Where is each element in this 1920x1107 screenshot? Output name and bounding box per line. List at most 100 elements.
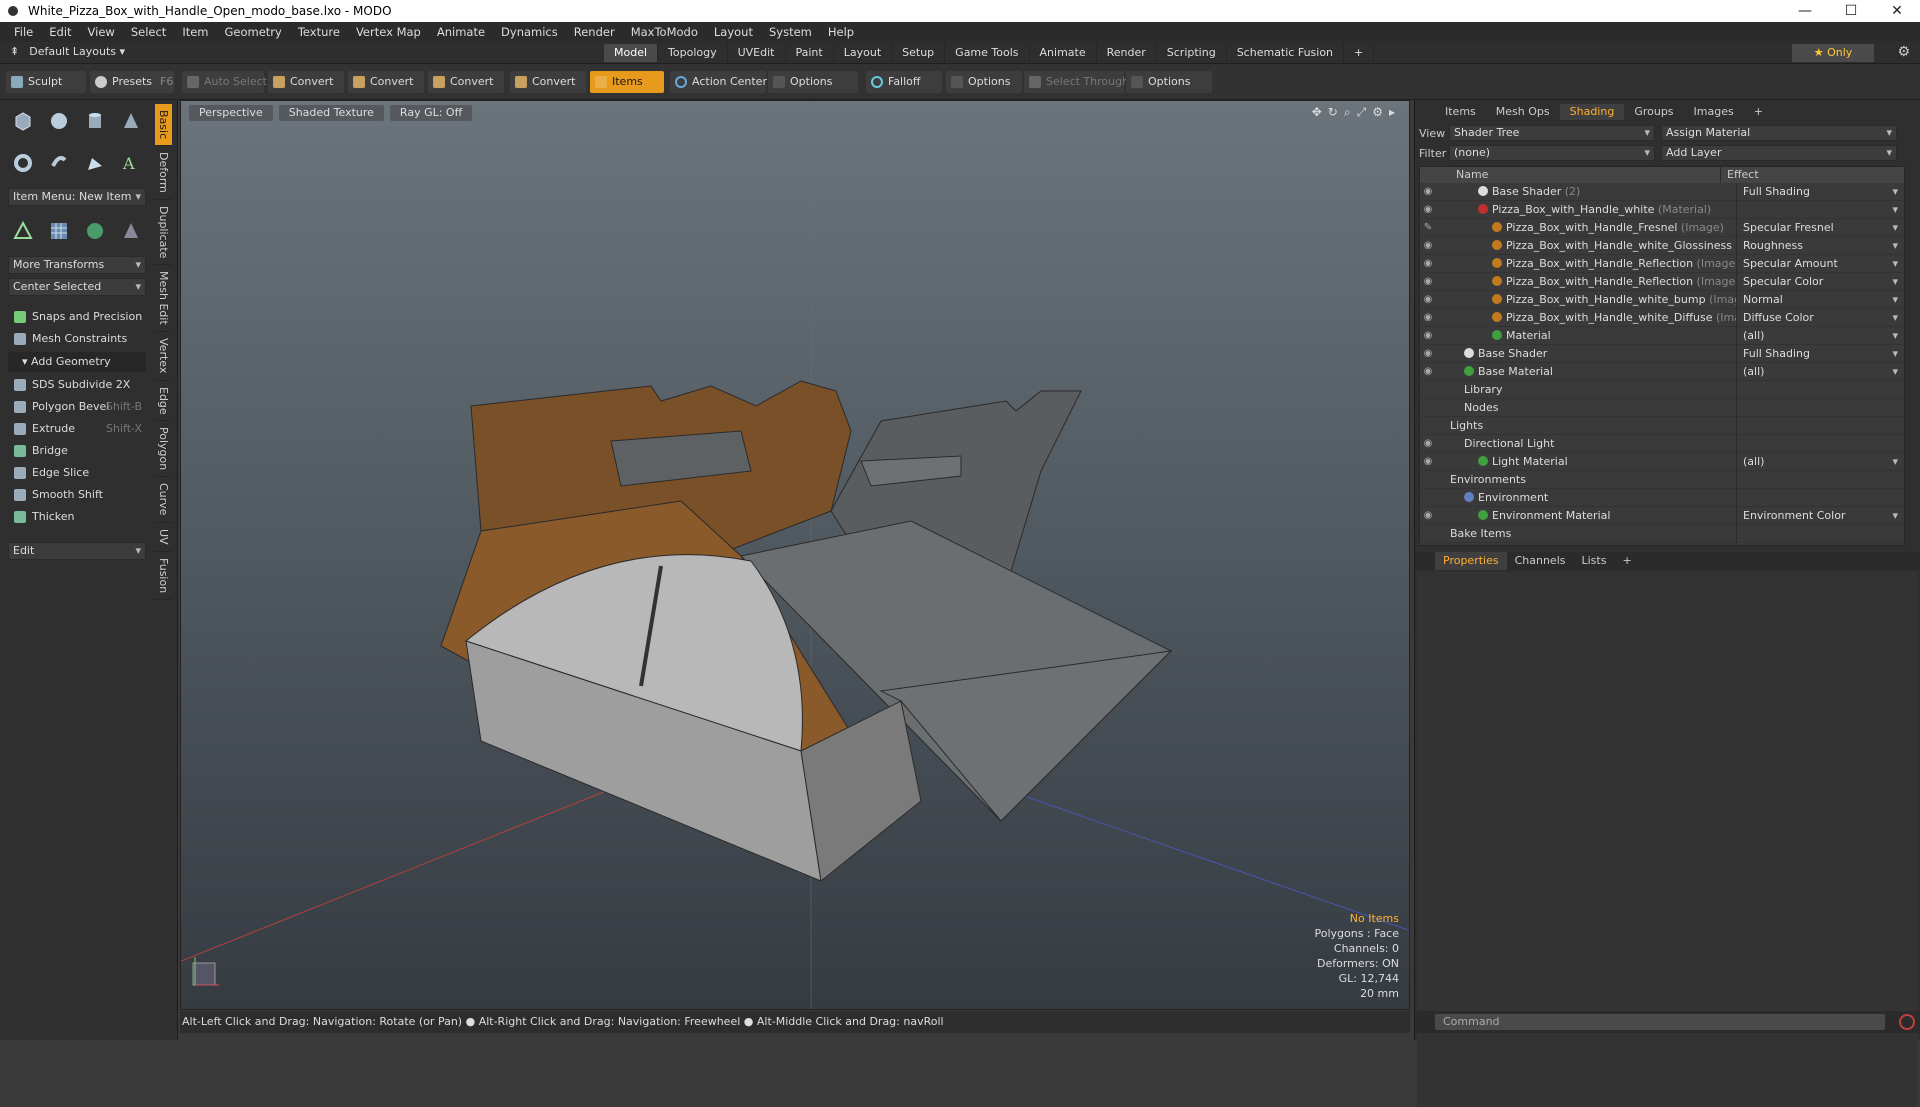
edit-dropdown[interactable]: Edit	[8, 542, 146, 560]
menu-help[interactable]: Help	[820, 25, 862, 39]
pyramid-icon[interactable]	[116, 216, 146, 246]
visibility-eye-icon[interactable]: ◉	[1420, 276, 1436, 287]
tab-game-tools[interactable]: Game Tools	[945, 44, 1030, 62]
command-input[interactable]: Command	[1435, 1014, 1885, 1030]
shader-tree-row[interactable]: Bake Items	[1420, 524, 1904, 543]
shader-tree-row[interactable]: ◉Pizza_Box_with_Handle_white_bump (Image…	[1420, 290, 1904, 309]
menu-render[interactable]: Render	[566, 25, 623, 39]
tab-layout[interactable]: Layout	[834, 44, 893, 62]
action-center-options-button[interactable]: Options	[768, 71, 858, 93]
menu-texture[interactable]: Texture	[290, 25, 348, 39]
shader-tree-row[interactable]: Environments	[1420, 470, 1904, 489]
menu-view[interactable]: View	[80, 25, 123, 39]
tab-channels[interactable]: Channels	[1507, 552, 1574, 570]
falloff-button[interactable]: Falloff	[866, 71, 942, 93]
menu-geometry[interactable]: Geometry	[217, 25, 290, 39]
tab-images[interactable]: Images	[1684, 104, 1744, 120]
shader-tree-row[interactable]: Nodes	[1420, 398, 1904, 417]
tab-mesh-ops[interactable]: Mesh Ops	[1486, 104, 1560, 120]
item-menu-dropdown[interactable]: Item Menu: New Item	[8, 188, 146, 206]
sphere-icon[interactable]	[44, 106, 74, 136]
shader-tree-row[interactable]: ◉ Material (all)	[1420, 326, 1904, 345]
shader-tree-row[interactable]: Library	[1420, 380, 1904, 399]
shader-tree-row[interactable]: ◉ Pizza_Box_with_Handle_white_Diffuse (Im…	[1420, 308, 1904, 327]
side-tab-fusion[interactable]: Fusion	[155, 552, 172, 600]
side-tab-mesh-edit[interactable]: Mesh Edit	[155, 265, 172, 333]
visibility-eye-icon[interactable]: ◉	[1420, 312, 1436, 323]
select-through-options-button[interactable]: Options	[1126, 71, 1212, 93]
menu-dynamics[interactable]: Dynamics	[493, 25, 566, 39]
side-tab-basic[interactable]: Basic	[155, 104, 172, 147]
tab-paint[interactable]: Paint	[786, 44, 834, 62]
add-tab-button[interactable]: +	[1344, 44, 1375, 62]
tab-lists[interactable]: Lists	[1574, 552, 1615, 570]
visibility-eye-icon[interactable]: ◉	[1420, 456, 1436, 467]
side-tab-polygon[interactable]: Polygon	[155, 421, 172, 478]
move-view-icon[interactable]: ✥	[1312, 105, 1322, 120]
menu-select[interactable]: Select	[123, 25, 174, 39]
torus-icon[interactable]	[8, 148, 38, 178]
tab-schematic-fusion[interactable]: Schematic Fusion	[1227, 44, 1345, 62]
add-layer-dropdown[interactable]: Add Layer	[1661, 145, 1897, 161]
action-center-button[interactable]: Action Center	[670, 71, 767, 93]
menu-animate[interactable]: Animate	[429, 25, 493, 39]
sculpt-button[interactable]: Sculpt	[6, 71, 86, 93]
cone-icon[interactable]	[116, 106, 146, 136]
globe-icon[interactable]	[80, 216, 110, 246]
tab-scripting[interactable]: Scripting	[1157, 44, 1227, 62]
tab-topology[interactable]: Topology	[658, 44, 728, 62]
visibility-eye-icon[interactable]: ◉	[1420, 330, 1436, 341]
sds-subdivide-button[interactable]: SDS Subdivide 2X	[8, 374, 146, 396]
visibility-eye-icon[interactable]: ◉	[1420, 348, 1436, 359]
view-type-button[interactable]: Perspective	[189, 105, 273, 121]
shader-tree-row[interactable]: ◉ Base Shader Full Shading	[1420, 344, 1904, 363]
gear-icon[interactable]: ⚙	[1897, 44, 1910, 60]
side-tab-uv[interactable]: UV	[155, 523, 172, 552]
shader-tree-row[interactable]: ◉ Pizza_Box_with_Handle_white_Glossiness …	[1420, 236, 1904, 255]
tab-setup[interactable]: Setup	[892, 44, 946, 62]
more-transforms-dropdown[interactable]: More Transforms	[8, 256, 146, 274]
default-layouts-dropdown[interactable]: Default Layouts ▾	[29, 45, 125, 58]
visibility-eye-icon[interactable]: ◉	[1420, 438, 1436, 449]
shader-tree-row[interactable]: Lights	[1420, 416, 1904, 435]
edge-slice-button[interactable]: Edge Slice	[8, 462, 146, 484]
smooth-shift-button[interactable]: Smooth Shift	[8, 484, 146, 506]
filter-dropdown[interactable]: (none)	[1449, 145, 1655, 161]
raygl-button[interactable]: Ray GL: Off	[389, 105, 473, 121]
zoom-view-icon[interactable]: ⌕	[1344, 105, 1351, 120]
convert-edges-button[interactable]: Convert	[348, 71, 424, 93]
3d-viewport[interactable]: Perspective Shaded Texture Ray GL: Off ✥…	[180, 100, 1410, 1010]
minimize-button[interactable]: —	[1782, 0, 1828, 22]
select-through-button[interactable]: Select Through	[1024, 71, 1129, 93]
side-tab-curve[interactable]: Curve	[155, 477, 172, 523]
shader-tree-row[interactable]: ◉ Light Material (all)	[1420, 452, 1904, 471]
shader-tree-row[interactable]: ◉ Pizza_Box_with_Handle_Reflection (Image…	[1420, 272, 1904, 291]
visibility-eye-icon[interactable]: ◉	[1420, 294, 1436, 305]
text-icon[interactable]: A	[116, 148, 146, 178]
shader-tree-row[interactable]: ◉ Base Shader (2) Full Shading	[1420, 182, 1904, 201]
visibility-eye-icon[interactable]: ◉	[1420, 204, 1436, 215]
effect-dropdown[interactable]: (all)	[1736, 362, 1904, 381]
effect-dropdown[interactable]: (all)	[1736, 326, 1904, 345]
add-panel-tab-button[interactable]: +	[1744, 104, 1773, 120]
menu-maxtomodo[interactable]: MaxToModo	[623, 25, 706, 39]
side-tab-edge[interactable]: Edge	[155, 381, 172, 422]
tab-shading[interactable]: Shading	[1559, 104, 1625, 120]
convert-polygons-button[interactable]: Convert	[428, 71, 504, 93]
items-mode-button[interactable]: Items	[590, 71, 664, 93]
convert-vertices-button[interactable]: Convert	[268, 71, 344, 93]
menu-vertex-map[interactable]: Vertex Map	[348, 25, 429, 39]
effect-dropdown[interactable]: Specular Fresnel	[1736, 218, 1904, 237]
locator-icon[interactable]	[8, 216, 38, 246]
only-button[interactable]: ★ Only	[1792, 44, 1874, 62]
presets-button[interactable]: Presets F6	[90, 71, 174, 93]
maximize-button[interactable]: ☐	[1828, 0, 1874, 22]
visibility-eye-icon[interactable]: ◉	[1420, 240, 1436, 251]
command-history-icon[interactable]	[1899, 1014, 1915, 1030]
fit-view-icon[interactable]: ⤢	[1357, 105, 1367, 120]
add-geometry-section[interactable]: ▾ Add Geometry	[8, 352, 146, 372]
effect-dropdown[interactable]: Diffuse Color	[1736, 308, 1904, 327]
menu-file[interactable]: File	[6, 25, 41, 39]
shader-tree-row[interactable]: ◉ Directional Light	[1420, 434, 1904, 453]
shader-tree-row[interactable]: Environment	[1420, 488, 1904, 507]
